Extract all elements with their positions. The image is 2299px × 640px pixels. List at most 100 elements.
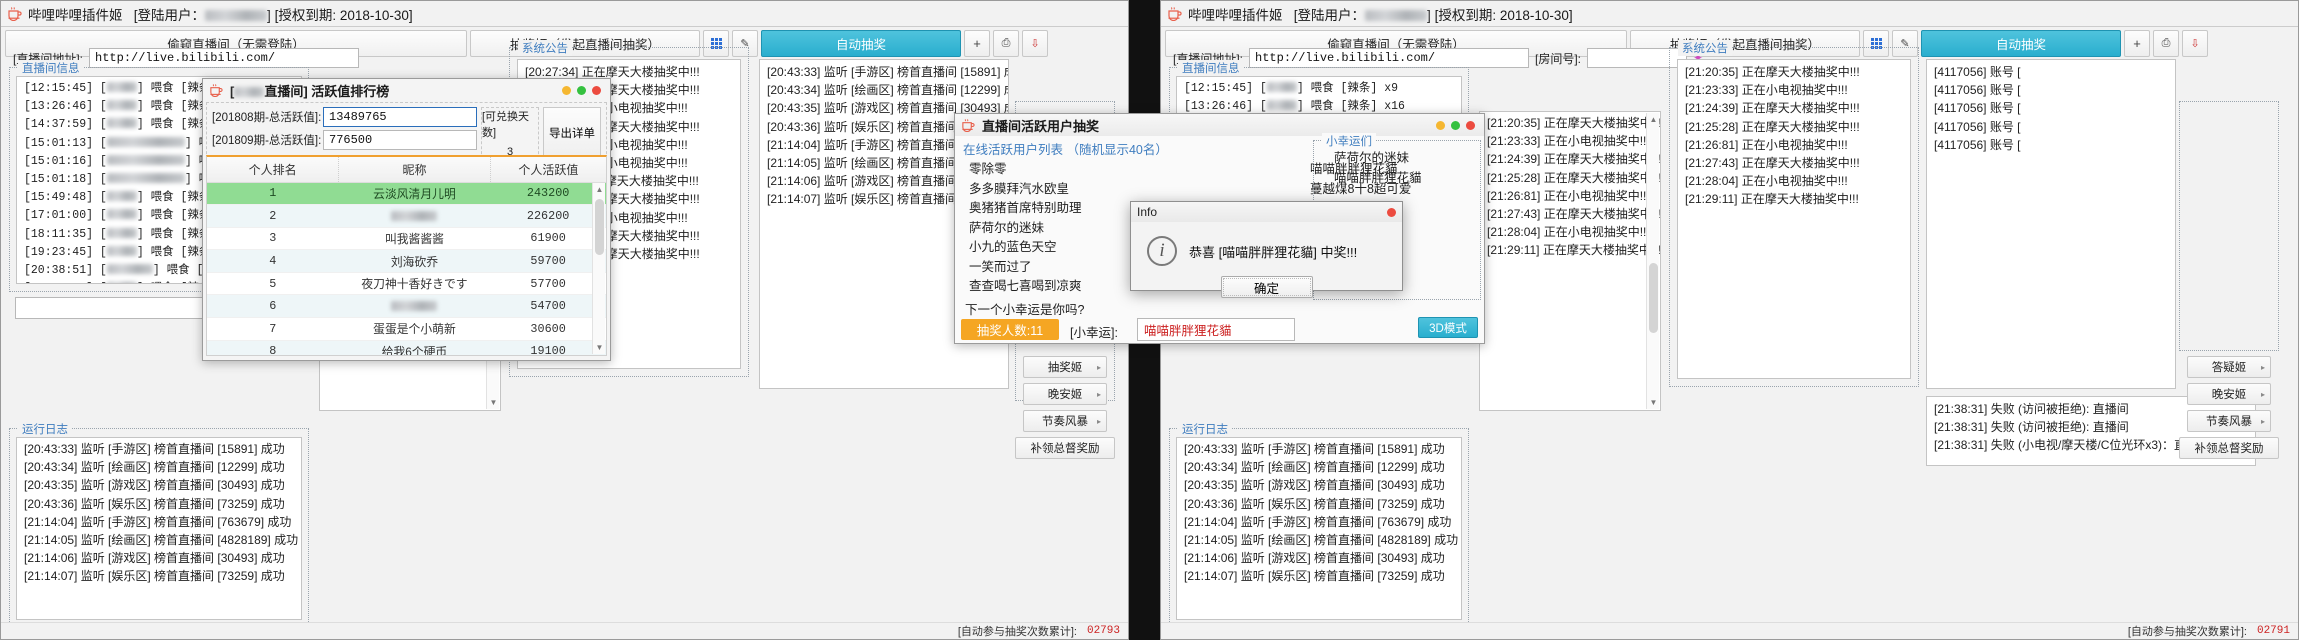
status-bar-right: [自动参与抽奖次数累计]: 02791 bbox=[1161, 622, 2298, 639]
table-row[interactable]: 8 给我6个硬币 19100 bbox=[207, 340, 606, 355]
ranking-dialog-titlebar: [直播间] 活跃值排行榜 bbox=[203, 79, 610, 101]
side-button-3[interactable]: 补领总督奖励 bbox=[1015, 437, 1115, 459]
add-icon[interactable]: + bbox=[2124, 30, 2150, 57]
active-user-name[interactable]: 萨荷尔的迷妹 bbox=[1324, 149, 1480, 169]
scroll-thumb[interactable] bbox=[595, 199, 604, 255]
close-dot[interactable] bbox=[1466, 120, 1475, 130]
maximize-dot[interactable] bbox=[577, 85, 586, 95]
log-entry: [20:43:35] 监听 [游戏区] 榜首直播间 [30493] 成功 bbox=[24, 478, 285, 493]
login-user-blurred bbox=[1365, 9, 1428, 21]
export-detail-button[interactable]: 导出详单 bbox=[543, 107, 601, 159]
run-log-list-right: [20:43:33] 监听 [手游区] 榜首直播间 [15891] 成功 [20:… bbox=[1177, 438, 1461, 586]
cell-value: 59700 bbox=[490, 249, 606, 273]
nick-blurred bbox=[106, 209, 137, 220]
side-button-1[interactable]: 晚安姬 ▸ bbox=[1023, 383, 1107, 405]
log-entry: [20:43:34] 监听 [绘画区] 榜首直播间 [12299] 成功 bbox=[767, 83, 1009, 98]
cell-nick: 蛋蛋是个小萌新 bbox=[338, 317, 491, 341]
cell-rank: 5 bbox=[207, 272, 339, 296]
table-row[interactable]: 6 54700 bbox=[207, 294, 606, 319]
auto-lottery-button[interactable]: 自动抽奖 bbox=[761, 30, 961, 57]
lottery-count-badge[interactable]: 抽奖人数:11 bbox=[961, 319, 1059, 340]
period2-input[interactable]: 776500 bbox=[323, 130, 477, 150]
table-row[interactable]: 3 叫我酱酱酱 61900 bbox=[207, 227, 606, 251]
table-row[interactable]: 1 云淡风清月儿明 243200 bbox=[207, 182, 606, 206]
room-info-label-right: 直播间信息 bbox=[1178, 60, 1244, 76]
exchangeable-days-label: [可兑换天数] bbox=[482, 111, 530, 139]
active-user-name[interactable]: 零除零 bbox=[959, 160, 1289, 180]
address-input[interactable]: http://live.bilibili.com/ bbox=[89, 48, 360, 68]
active-user-name[interactable]: 喵喵胖胖狸花貓 bbox=[1324, 169, 1480, 189]
side-button-right-0[interactable]: 答疑姬 ▸ bbox=[2187, 356, 2271, 378]
status-bar-left: [自动参与抽奖次数累计]: 02793 bbox=[1, 622, 1128, 639]
nick-blurred bbox=[106, 136, 185, 147]
close-icon[interactable] bbox=[1387, 207, 1396, 217]
side-button-2[interactable]: 节奏风暴 ▸ bbox=[1023, 410, 1107, 432]
scroll-up-icon[interactable]: ▲ bbox=[593, 183, 606, 196]
download-icon[interactable]: ⇩ bbox=[1022, 30, 1048, 57]
log-entry: [21:23:33] 正在小电视抽奖中!!! bbox=[1487, 134, 1650, 149]
period-fields: [201808期-总活跃值]: 13489765 [201809期-总活跃值]:… bbox=[212, 107, 477, 159]
active-user-name[interactable]: 多多膜拜汽水欧皇 bbox=[959, 180, 1289, 200]
cell-nick: 给我6个硬币 bbox=[338, 340, 491, 355]
3d-mode-button[interactable]: 3D模式 bbox=[1418, 317, 1478, 338]
center-log-listbox-right[interactable]: [21:20:35] 正在摩天大楼抽奖中!!! [21:23:33] 正在小电视抽… bbox=[1479, 111, 1661, 411]
lucky-winner-input[interactable]: 喵喵胖胖狸花貓 bbox=[1137, 318, 1295, 341]
table-row[interactable]: 5 夜刀神十香好きです 57700 bbox=[207, 272, 606, 296]
sys-notice-listbox-right[interactable]: [21:20:35] 正在摩天大楼抽奖中!!! [21:23:33] 正在小电视抽… bbox=[1677, 59, 1911, 379]
side-button-right-1[interactable]: 晚安姬 ▸ bbox=[2187, 383, 2271, 405]
address-input-right[interactable]: http://live.bilibili.com/ bbox=[1249, 48, 1530, 68]
exchangeable-days-box: [可兑换天数] 3 bbox=[481, 107, 539, 159]
download-icon[interactable]: ⇩ bbox=[2182, 30, 2208, 57]
address-row-right: [直播间地址]: http://live.bilibili.com/ [房间号]… bbox=[1173, 48, 1703, 68]
close-dot[interactable] bbox=[592, 85, 601, 95]
maximize-dot[interactable] bbox=[1451, 120, 1460, 130]
log-entry: [21:25:28] 正在摩天大楼抽奖中!!! bbox=[1685, 119, 1860, 134]
run-log-listbox[interactable]: [20:43:33] 监听 [手游区] 榜首直播间 [15891] 成功 [20:… bbox=[16, 437, 302, 620]
log-entry: [21:14:06] 监听 [游戏区] 榜首直播间 [30493] 成功 bbox=[24, 551, 285, 566]
chevron-right-icon: ▸ bbox=[1096, 362, 1101, 372]
scroll-down-icon[interactable]: ▼ bbox=[593, 341, 606, 354]
ok-button[interactable]: 确定 bbox=[1220, 276, 1313, 298]
room-info-label: 直播间信息 bbox=[18, 60, 84, 76]
scroll-up-icon[interactable]: ▲ bbox=[1647, 113, 1660, 126]
log-entry: [21:14:05] 监听 [绘画区] 榜首直播间 [4828189] 成功 bbox=[1184, 533, 1459, 548]
save-icon[interactable]: ⎙ bbox=[2153, 30, 2179, 57]
ranking-table: 个人排名 昵称 个人活跃值 1 云淡风清月儿明 243200 2 226200 3 叫我酱酱… bbox=[207, 157, 606, 355]
cell-nick: 刘海砍乔 bbox=[338, 249, 491, 273]
log-entry: [21:20:35] 正在摩天大楼抽奖中!!! bbox=[1685, 65, 1860, 79]
center-scrollbar-right[interactable]: ▲ ▼ bbox=[1646, 113, 1659, 409]
side-button-right-2[interactable]: 节奏风暴 ▸ bbox=[2187, 410, 2271, 432]
login-user-blurred bbox=[205, 9, 268, 21]
scroll-thumb[interactable] bbox=[1649, 263, 1658, 333]
log-entry: [21:14:06] 监听 [游戏区] 榜首直播间 [30493] 成功 bbox=[1184, 551, 1445, 566]
save-icon[interactable]: ⎙ bbox=[993, 30, 1019, 57]
col-nick: 昵称 bbox=[338, 157, 491, 183]
log-entry: [20:43:36] 监听 [娱乐区] 榜首直播间 [73259] 成功 bbox=[24, 496, 285, 511]
side-button-0[interactable]: 抽奖姬 ▸ bbox=[1023, 356, 1107, 378]
minimize-dot[interactable] bbox=[562, 85, 571, 95]
nick-blurred bbox=[1266, 100, 1297, 111]
run-log-listbox-right[interactable]: [20:43:33] 监听 [手游区] 榜首直播间 [15891] 成功 [20:… bbox=[1176, 437, 1462, 620]
chevron-right-icon: ▸ bbox=[2260, 389, 2265, 399]
scroll-down-icon[interactable]: ▼ bbox=[1647, 396, 1660, 409]
table-row[interactable]: 2 226200 bbox=[207, 204, 606, 228]
log-entry: [21:25:28] 正在摩天大楼抽奖中!!! bbox=[1487, 170, 1661, 185]
account-log-listbox[interactable]: [4117056] 账号 [[4117056] 账号 [[4117056] 账号… bbox=[1926, 59, 2176, 389]
ranking-scrollbar[interactable]: ▲ ▼ bbox=[592, 183, 605, 354]
info-modal: Info i 恭喜 [喵喵胖胖狸花貓] 中奖!!! 确定 bbox=[1130, 201, 1403, 298]
table-row[interactable]: 7 蛋蛋是个小萌新 30600 bbox=[207, 317, 606, 341]
period1-input[interactable]: 13489765 bbox=[323, 107, 477, 127]
scroll-down-icon[interactable]: ▼ bbox=[487, 396, 500, 409]
window-controls bbox=[562, 85, 604, 95]
sys-notice-list-right: [21:20:35] 正在摩天大楼抽奖中!!! [21:23:33] 正在小电视抽… bbox=[1678, 60, 1910, 209]
lucky-group-label: 小幸运们 bbox=[1322, 133, 1376, 149]
table-row[interactable]: 4 刘海砍乔 59700 bbox=[207, 249, 606, 273]
side-button-right-3[interactable]: 补领总督奖励 bbox=[2179, 437, 2279, 459]
auto-lottery-button-right[interactable]: 自动抽奖 bbox=[1921, 30, 2121, 57]
auto-count-label-right: [自动参与抽奖次数累计]: bbox=[2127, 626, 2247, 638]
cell-rank: 7 bbox=[207, 317, 339, 341]
add-icon[interactable]: + bbox=[964, 30, 990, 57]
minimize-dot[interactable] bbox=[1436, 120, 1445, 130]
log-entry: [21:27:43] 正在摩天大楼抽奖中!!! bbox=[1685, 156, 1860, 171]
log-entry: [4117056] 账号 [ bbox=[1934, 101, 2021, 116]
